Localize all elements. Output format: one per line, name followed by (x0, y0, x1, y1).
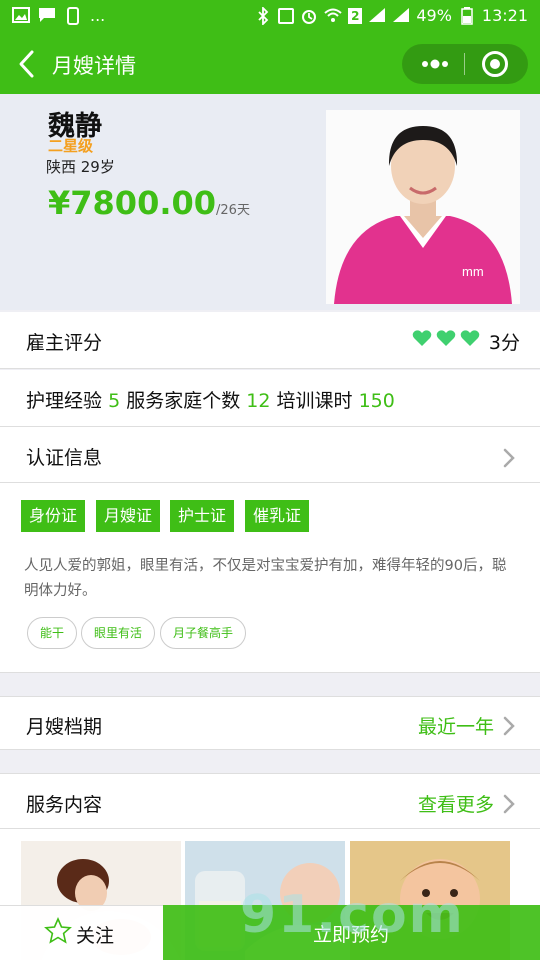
cert-details: 身份证 月嫂证 护士证 催乳证 人见人爱的郭姐，眼里有活，不仅是对宝宝爱护有加，… (0, 483, 540, 673)
signal-icon (368, 7, 386, 25)
svg-text:mm: mm (462, 264, 484, 279)
follow-label: 关注 (76, 925, 115, 947)
cert-badge: 护士证 (170, 500, 235, 532)
profile-header: 魏静 二星级 陕西 29岁 ¥7800.00/26天 mm (0, 94, 540, 310)
schedule-row[interactable]: 月嫂档期 最近一年 (0, 696, 540, 750)
chevron-right-icon (502, 715, 516, 737)
chevron-left-icon[interactable] (14, 48, 42, 80)
location-age: 陕西 29岁 (46, 158, 115, 176)
alarm-icon (300, 7, 318, 25)
schedule-label: 月嫂档期 (26, 716, 103, 738)
nanny-photo: mm (326, 110, 520, 304)
rating-row: 雇主评分 3分 (0, 312, 540, 369)
watermark: 91.com (240, 885, 465, 945)
follow-button[interactable]: 关注 (0, 905, 163, 960)
menu-capsule (402, 44, 528, 84)
clock: 13:21 (481, 6, 528, 25)
image-icon (12, 6, 30, 25)
service-more-link[interactable]: 查看更多 (418, 790, 494, 817)
service-label: 服务内容 (26, 794, 103, 816)
cert-badge: 催乳证 (245, 500, 310, 532)
star-outline-icon (44, 917, 72, 945)
families-label: 服务家庭个数 (126, 390, 241, 412)
bluetooth-icon (254, 5, 272, 26)
exp-label: 护理经验 (26, 390, 103, 412)
schedule-value[interactable]: 最近一年 (418, 712, 494, 739)
heart-icon (412, 330, 432, 346)
status-dots: ... (90, 6, 106, 25)
signal-icon (392, 7, 410, 25)
skill-tag: 月子餐高手 (160, 617, 247, 649)
more-dots-icon[interactable] (416, 53, 452, 75)
target-circle-icon[interactable] (482, 51, 508, 77)
service-row[interactable]: 服务内容 查看更多 (0, 773, 540, 829)
rating-score: 3分 (488, 332, 520, 354)
wifi-icon (324, 7, 342, 25)
heart-icon (460, 330, 480, 346)
price-amount: ¥7800.00 (48, 184, 217, 222)
phone-icon (64, 6, 82, 25)
status-bar: ... 2 49% 13:21 (0, 0, 540, 34)
price: ¥7800.00/26天 (48, 184, 250, 222)
sim-badge: 2 (348, 7, 363, 24)
page-title: 月嫂详情 (52, 54, 136, 78)
skill-tag: 能干 (27, 617, 78, 649)
battery-percent: 49% (416, 6, 452, 25)
skill-tag: 眼里有活 (81, 617, 156, 649)
training-label: 培训课时 (276, 390, 353, 412)
cert-info-label: 认证信息 (26, 447, 103, 469)
families-value: 12 (246, 390, 271, 412)
price-unit: /26天 (216, 203, 250, 218)
chevron-right-icon (502, 447, 516, 469)
rating-hearts (412, 328, 480, 348)
star-level: 二星级 (48, 137, 94, 155)
chat-icon (38, 7, 56, 25)
nanny-description: 人见人爱的郭姐，眼里有活，不仅是对宝宝爱护有加，难得年轻的90后，聪明体力好。 (24, 558, 507, 599)
experience-row: 护理经验 5 服务家庭个数 12 培训课时 150 (0, 370, 540, 427)
rating-label: 雇主评分 (26, 332, 103, 354)
cert-badge: 月嫂证 (96, 500, 161, 532)
cert-badge: 身份证 (21, 500, 86, 532)
chevron-right-icon (502, 793, 516, 815)
nfc-icon (278, 7, 295, 24)
heart-icon (436, 330, 456, 346)
exp-value: 5 (108, 390, 121, 412)
capsule-divider (464, 53, 465, 75)
cert-info-row[interactable]: 认证信息 (0, 427, 540, 483)
battery-icon (458, 6, 476, 25)
experience-stats: 护理经验 5 服务家庭个数 12 培训课时 150 (26, 386, 395, 413)
training-value: 150 (358, 390, 395, 412)
nav-bar: 月嫂详情 (0, 34, 540, 94)
